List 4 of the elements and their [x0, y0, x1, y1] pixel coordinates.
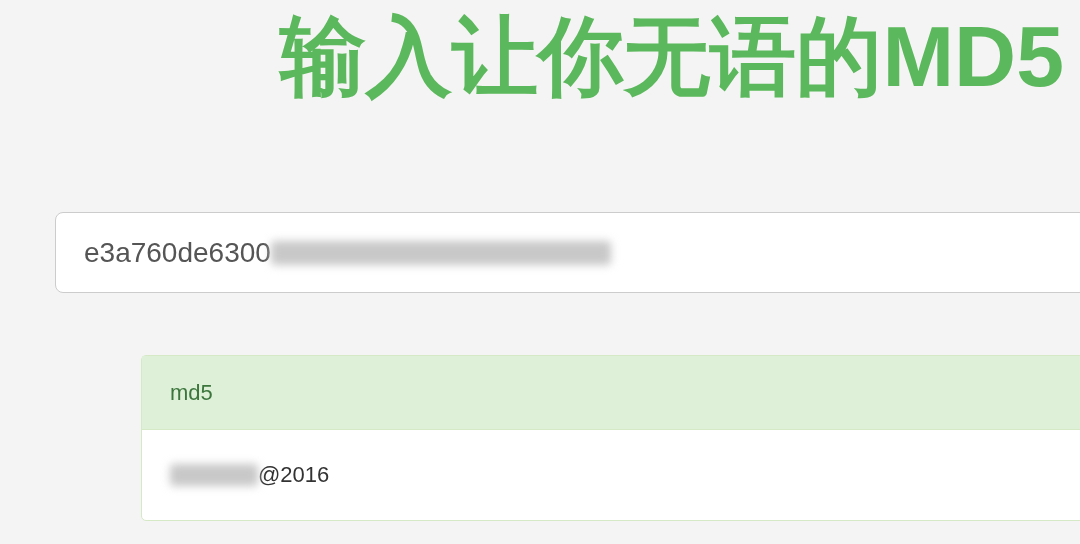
page-title: 输入让你无语的MD5: [280, 7, 1064, 106]
md5-input-field[interactable]: e3a760de6300: [55, 212, 1080, 293]
panel-heading: md5: [170, 379, 213, 406]
result-text: @2016: [258, 462, 330, 488]
